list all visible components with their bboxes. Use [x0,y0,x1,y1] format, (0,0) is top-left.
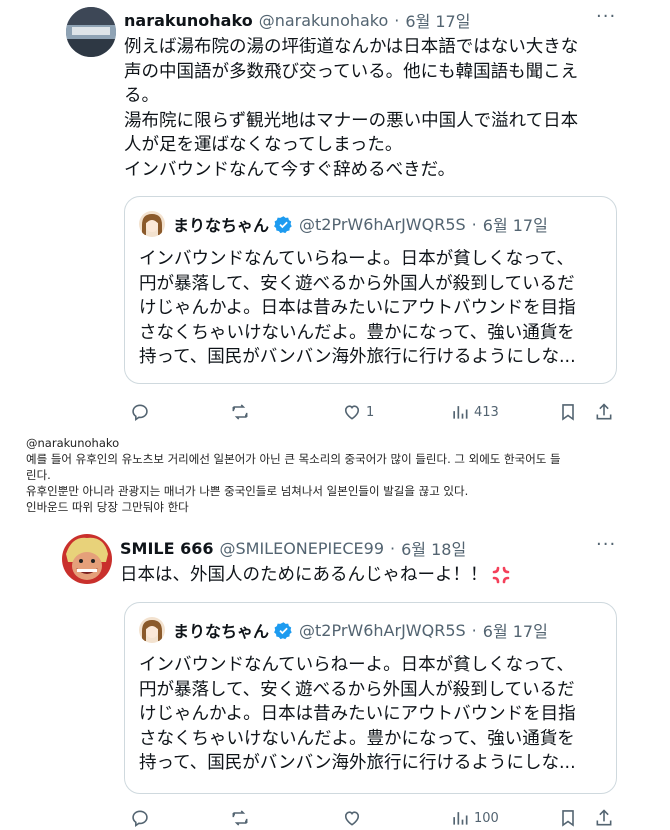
post-text-line: インバウンドなんて今すぐ辞めるべきだ。 [124,159,456,180]
avatar[interactable] [62,534,112,584]
post-date[interactable]: 6월 17일 [405,8,470,32]
translation-line: 인바운드 따위 당장 그만둬야 한다 [26,500,189,514]
repost-icon [232,810,248,826]
translation-line: @narakunohako [26,436,120,450]
quoted-text-line: 円が暴落して、安く遊べるから外国人が殺到しているだ [139,273,575,294]
quoted-author-name[interactable]: まりなちゃん [173,212,269,236]
bookmark-icon [562,404,574,421]
separator-dot: · [390,538,396,558]
quoted-author-handle[interactable]: @t2PrW6hArJWQR5S [299,621,466,640]
anger-symbol-icon [492,566,509,584]
avatar[interactable] [66,7,116,57]
quoted-avatar-icon [139,211,165,237]
views-button[interactable]: 413 [450,402,499,422]
author-name[interactable]: narakunohako [124,11,253,30]
translation-line: 린다. [26,468,51,482]
repost-icon [232,404,248,420]
quoted-text: インバウンドなんていらねーよ。日本が貧しくなって、 円が暴落して、安く遊べるから… [139,247,576,370]
quoted-text-line: けじゃんかよ。日本は昔みたいにアウトバウンドを目指 [139,298,576,318]
separator-dot: · [471,620,477,640]
view-count: 100 [474,810,499,826]
share-button[interactable] [594,808,614,828]
quoted-post[interactable]: まりなちゃん @t2PrW6hArJWQR5S · 6월 17일 インバウンドな… [124,602,617,794]
action-bar: 1 413 [124,402,624,428]
like-button[interactable]: 1 [342,402,374,422]
separator-dot: · [471,214,477,234]
author-handle[interactable]: @narakunohako [259,11,389,30]
post-text-line: 湯布院に限らず観光地はマナーの悪い中国人で溢れて日本 [124,110,579,131]
avatar-image-icon [62,534,112,584]
reply-button[interactable] [130,808,150,828]
post-narakunohako[interactable]: narakunohako @narakunohako · 6월 17일 ··· … [0,0,670,430]
heart-icon [344,811,360,826]
separator-dot: · [394,10,400,30]
heart-icon [344,405,360,420]
translation-line: 예를 들어 유후인의 유노츠보 거리에선 일본어가 아닌 큰 목소리의 중국어가… [26,452,561,466]
post-text-line: 声の中国語が多数飛び交っている。他にも韓国語も聞こえ [124,61,579,82]
reply-icon [132,404,148,422]
author-name[interactable]: SMILE 666 [120,539,214,558]
quoted-avatar[interactable] [139,211,165,237]
quoted-author-handle[interactable]: @t2PrW6hArJWQR5S [299,215,466,234]
avatar-image-icon [66,7,116,57]
quoted-text: インバウンドなんていらねーよ。日本が貧しくなって、 円が暴落して、安く遊べるから… [139,653,576,776]
quoted-post-date[interactable]: 6월 17일 [483,618,548,642]
post-text: 日本は、外国人のためにあるんじゃねーよ！！ [120,563,511,588]
views-button[interactable]: 100 [450,808,499,828]
action-bar: 100 [124,808,624,830]
post-text-line: 例えば湯布院の湯の坪街道なんかは日本語ではない大きな [124,37,579,57]
repost-button[interactable] [230,808,250,828]
quoted-avatar-icon [139,617,165,643]
post-text-line: 日本は、外国人のためにあるんじゃねーよ！！ [120,565,488,585]
views-icon [453,406,468,419]
quoted-post[interactable]: まりなちゃん @t2PrW6hArJWQR5S · 6월 17일 インバウンドな… [124,196,617,384]
korean-translation: @narakunohako 예를 들어 유후인의 유노츠보 거리에선 일본어가 … [0,436,670,526]
quoted-text-line: インバウンドなんていらねーよ。日本が貧しくなって、 [139,655,574,675]
more-options-icon[interactable]: ··· [596,6,616,27]
share-icon [596,809,612,826]
view-count: 413 [474,404,499,420]
quoted-text-line: けじゃんかよ。日本は昔みたいにアウトバウンドを目指 [139,704,576,724]
like-button[interactable] [342,808,362,828]
quoted-text-line: インバウンドなんていらねーよ。日本が貧しくなって、 [139,249,574,269]
reply-button[interactable] [130,402,150,422]
quoted-avatar[interactable] [139,617,165,643]
share-icon [596,403,612,420]
more-options-icon[interactable]: ··· [596,534,616,555]
translation-line: 유후인뿐만 아니라 관광지는 매너가 나쁜 중국인들로 넘쳐나서 일본인들이 발… [26,484,469,498]
quoted-text-line: さなくちゃいけないんだよ。豊かになって、強い通貨を [139,322,575,343]
post-smile666[interactable]: SMILE 666 @SMILEONEPIECE99 · 6월 18일 ··· … [0,528,670,830]
quoted-text-line: 円が暴落して、安く遊べるから外国人が殺到しているだ [139,679,575,700]
verified-badge-icon [274,215,292,233]
post-text: 例えば湯布院の湯の坪街道なんかは日本語ではない大きな 声の中国語が多数飛び交って… [124,35,578,182]
bookmark-icon [562,810,574,827]
author-handle[interactable]: @SMILEONEPIECE99 [220,539,385,558]
bookmark-button[interactable] [558,402,578,422]
repost-button[interactable] [230,402,250,422]
reply-icon [132,810,148,828]
quoted-text-line: さなくちゃいけないんだよ。豊かになって、強い通貨を [139,728,575,749]
verified-badge-icon [274,621,292,639]
views-icon [453,812,468,825]
like-count: 1 [366,404,375,420]
quoted-author-name[interactable]: まりなちゃん [173,618,269,642]
post-text-line: 人が足を運ばなくなってしまった。 [124,135,403,155]
share-button[interactable] [594,402,614,422]
quoted-text-line: 持って、国民がバンバン海外旅行に行けるようにしな... [139,753,576,773]
post-date[interactable]: 6월 18일 [401,536,466,560]
quoted-post-date[interactable]: 6월 17일 [483,212,548,236]
post-text-line: る。 [124,86,159,106]
bookmark-button[interactable] [558,808,578,828]
quoted-text-line: 持って、国民がバンバン海外旅行に行けるようにしな... [139,347,576,367]
